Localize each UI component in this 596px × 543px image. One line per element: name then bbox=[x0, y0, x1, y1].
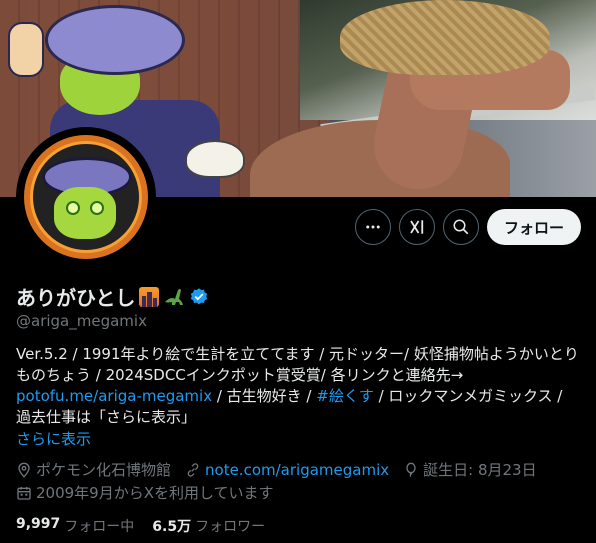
followers-stat[interactable]: 6.5万 フォロワー bbox=[152, 516, 265, 536]
profile-meta-row: 2009年9月からXを利用しています bbox=[16, 482, 288, 503]
avatar-eye-right bbox=[90, 201, 104, 215]
thumbs-up-hand bbox=[8, 22, 44, 77]
bio-hashtag[interactable]: #絵くす bbox=[316, 387, 374, 405]
following-count: 9,997 bbox=[16, 516, 61, 532]
search-icon bbox=[453, 219, 469, 235]
joined-text: 2009年9月からXを利用しています bbox=[36, 484, 274, 502]
name-row: ありがひとし bbox=[16, 282, 209, 311]
verified-badge-icon[interactable] bbox=[189, 287, 209, 307]
avatar[interactable] bbox=[16, 127, 156, 267]
website-link[interactable]: note.com/arigamegamix bbox=[205, 461, 389, 479]
bird-illustration bbox=[185, 140, 245, 178]
bio-text: Ver.5.2 / 1991年より絵で生計を立ててます / 元ドッター/ 妖怪捕… bbox=[16, 345, 579, 384]
birthday-item: 誕生日: 8月23日 bbox=[403, 459, 537, 480]
follow-stats: 9,997 フォロー中 6.5万 フォロワー bbox=[16, 516, 283, 536]
joined-item: 2009年9月からXを利用しています bbox=[16, 482, 274, 503]
location-item: ポケモン化石博物館 bbox=[16, 459, 171, 480]
location-pin-icon bbox=[18, 462, 30, 478]
grok-icon bbox=[410, 220, 424, 234]
grok-button[interactable] bbox=[399, 209, 435, 245]
more-icon bbox=[366, 225, 380, 229]
display-name: ありがひとし bbox=[16, 286, 136, 310]
sunset-cityscape-emoji bbox=[139, 286, 160, 307]
show-more-link[interactable]: さらに表示 bbox=[16, 428, 91, 449]
followers-count: 6.5万 bbox=[152, 519, 192, 535]
avatar-eye-left bbox=[66, 201, 80, 215]
following-label: フォロー中 bbox=[64, 519, 135, 535]
avatar-image bbox=[20, 131, 152, 263]
search-button[interactable] bbox=[443, 209, 479, 245]
balloon-icon bbox=[406, 462, 416, 477]
more-button[interactable] bbox=[355, 209, 391, 245]
link-icon bbox=[187, 462, 199, 477]
profile-meta-row: ポケモン化石博物館 note.com/arigamegamix 誕生日: 8月2… bbox=[16, 459, 551, 480]
following-stat[interactable]: 9,997 フォロー中 bbox=[16, 516, 134, 536]
handle: @ariga_megamix bbox=[16, 312, 147, 330]
followers-label: フォロワー bbox=[195, 519, 266, 535]
calendar-icon bbox=[17, 486, 31, 500]
straw-hat bbox=[340, 0, 550, 75]
location-text: ポケモン化石博物館 bbox=[36, 461, 172, 479]
website-item: note.com/arigamegamix bbox=[185, 461, 389, 479]
bio-link-potofu[interactable]: potofu.me/ariga-megamix bbox=[16, 387, 212, 405]
bio: Ver.5.2 / 1991年より絵で生計を立ててます / 元ドッター/ 妖怪捕… bbox=[16, 344, 580, 428]
follow-button[interactable]: フォロー bbox=[487, 209, 581, 245]
avatar-face bbox=[54, 187, 116, 239]
birthday-text: 誕生日: 8月23日 bbox=[423, 461, 537, 479]
sauropod-emoji bbox=[163, 287, 185, 307]
bio-text: / 古生物好き / bbox=[212, 387, 317, 405]
character-hat bbox=[45, 5, 185, 75]
